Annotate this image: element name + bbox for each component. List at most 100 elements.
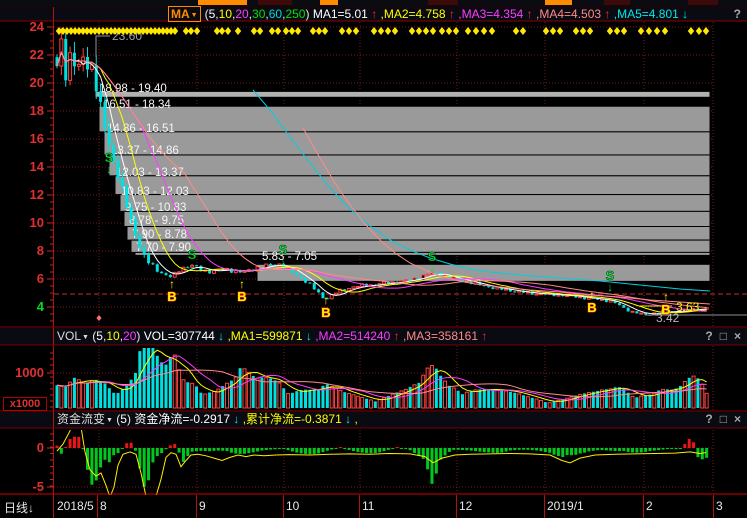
- indicator-label: MA: [171, 7, 190, 21]
- event-diamond-icon: [322, 27, 328, 35]
- param-token: 30: [252, 7, 265, 21]
- timeline-month-label: 12: [459, 499, 472, 513]
- help-icon[interactable]: ?: [734, 7, 741, 21]
- event-diamond-icon: [385, 27, 391, 35]
- dot-marker-icon: [96, 315, 101, 321]
- up-arrow-icon: ↑: [601, 7, 610, 21]
- event-diamond-icon: [489, 27, 495, 35]
- event-diamond-icon: [289, 27, 295, 35]
- ma-ma5-readout: ,MA5=4.801: [610, 7, 678, 21]
- header-spacer: [0, 339, 57, 340]
- down-arrow-icon: ↓: [342, 412, 351, 426]
- buy-marker: B: [587, 300, 596, 315]
- help-icon[interactable]: ?: [705, 329, 712, 343]
- toolbar-segment: [320, 0, 338, 5]
- vol-ma3-readout: ,MA3=358161: [400, 329, 478, 343]
- header-spacer: [0, 17, 168, 18]
- period-selector[interactable]: 日线↓: [4, 499, 34, 516]
- event-diamond-icon: [696, 27, 702, 35]
- toolbar-segment: [198, 0, 247, 5]
- event-diamond-icon: [310, 27, 316, 35]
- timeline-separator: [53, 495, 54, 518]
- chevron-down-icon: ▼: [82, 334, 89, 341]
- event-diamond-icon: [557, 27, 563, 35]
- close-icon[interactable]: ×: [734, 329, 741, 343]
- event-diamond-icon: [219, 27, 225, 35]
- price-axis-tick: 14: [0, 160, 44, 173]
- up-arrow-icon: ↑: [446, 7, 455, 21]
- param-token: 10: [106, 329, 119, 343]
- event-diamond-icon: [188, 27, 194, 35]
- flow-axis-label-zero: 0: [0, 441, 44, 454]
- event-diamond-icon: [688, 27, 694, 35]
- flow-net-flow-readout: 资金净流=-0.2917: [131, 412, 230, 426]
- timeline-month-label: 2: [646, 499, 653, 513]
- sell-marker: S: [105, 150, 114, 165]
- event-diamond-icon: [295, 27, 301, 35]
- close-icon[interactable]: ×: [734, 412, 741, 426]
- event-diamond-icon: [172, 27, 178, 35]
- maximize-icon[interactable]: □: [720, 329, 727, 343]
- event-diamond-icon: [339, 27, 345, 35]
- up-arrow-icon: ↑: [368, 7, 377, 21]
- timeline-separator: [196, 495, 197, 518]
- sell-marker: S: [279, 242, 288, 257]
- event-diamond-icon: [550, 27, 556, 35]
- event-diamond-icon: [346, 27, 352, 35]
- timeline-month-label: 11: [362, 499, 374, 513]
- event-diamond-icon: [580, 27, 586, 35]
- price-band-label: 5.83 - 7.05: [262, 251, 317, 263]
- timeline-separator: [359, 495, 360, 518]
- help-icon[interactable]: ?: [705, 412, 712, 426]
- price-band-label: 16.51 - 18.34: [103, 99, 171, 111]
- flow-axis-label-neg5: -5: [0, 480, 44, 493]
- event-diamond-icon: [439, 27, 445, 35]
- volume-indicator-header: VOL▼ (5,10,20) VOL=307744 ↓ ,MA1=599871 …: [0, 329, 747, 344]
- price-axis-tick: 16: [0, 132, 44, 145]
- ma-ma3-readout: ,MA3=4.354: [455, 7, 523, 21]
- event-diamond-icon: [430, 27, 436, 35]
- indicator-label: VOL: [57, 329, 81, 343]
- event-diamond-icon: [275, 27, 281, 35]
- vol-ma1-readout: ,MA1=599871: [224, 329, 302, 343]
- event-diamond-icon: [251, 27, 257, 35]
- volume-axis-label: 1000: [0, 366, 44, 379]
- event-diamond-icon: [520, 27, 526, 35]
- up-arrow-icon: ↑: [523, 7, 532, 21]
- down-arrow-icon: ↓: [303, 329, 312, 343]
- param-token: 250: [285, 7, 305, 21]
- vol-indicator-dropdown[interactable]: VOL▼: [57, 329, 89, 343]
- maximize-icon[interactable]: □: [720, 412, 727, 426]
- ma-ma2-readout: ,MA2=4.758: [377, 7, 445, 21]
- price-axis-tick: 12: [0, 188, 44, 201]
- stock-chart-window: 18.98 - 19.4016.51 - 18.3414.86 - 16.511…: [0, 0, 747, 518]
- down-arrow-icon: ↓: [230, 412, 239, 426]
- event-diamond-icon: [257, 27, 263, 35]
- event-diamond-icon: [614, 27, 620, 35]
- event-diamond-icon: [423, 27, 429, 35]
- window-icons: ? □ ×: [698, 412, 741, 427]
- volume-unit-label: x1000: [3, 397, 47, 411]
- up-arrow-icon: ↑: [478, 329, 487, 343]
- param-token: 10: [219, 7, 232, 21]
- flow-trailing-readout: ,: [351, 412, 358, 426]
- indicator-label: 资金流变: [57, 412, 105, 426]
- vol-vol-readout: VOL=307744: [140, 329, 214, 343]
- event-diamond-icon: [638, 27, 644, 35]
- down-arrow-icon: ↓: [28, 501, 34, 515]
- period-label: 日线: [4, 501, 28, 515]
- ma-ma1-readout: MA1=5.01: [309, 7, 367, 21]
- param-token: 5: [120, 412, 127, 426]
- param-token: 60: [269, 7, 282, 21]
- event-diamond-icon: [453, 27, 459, 35]
- chevron-down-icon: ▼: [191, 12, 198, 19]
- ma-ma4-readout: ,MA4=4.503: [533, 7, 601, 21]
- flow-indicator-dropdown[interactable]: 资金流变▼: [57, 412, 113, 426]
- event-diamond-icon: [473, 27, 479, 35]
- down-arrow-icon: ↓: [215, 329, 224, 343]
- timeline-month-label: 2018/5: [57, 499, 94, 513]
- ma-indicator-dropdown[interactable]: MA▼: [168, 6, 201, 22]
- down-arrow-icon: ↓: [189, 261, 195, 273]
- down-arrow-icon: ↓: [280, 256, 286, 268]
- down-arrow-icon: ↓: [607, 282, 613, 294]
